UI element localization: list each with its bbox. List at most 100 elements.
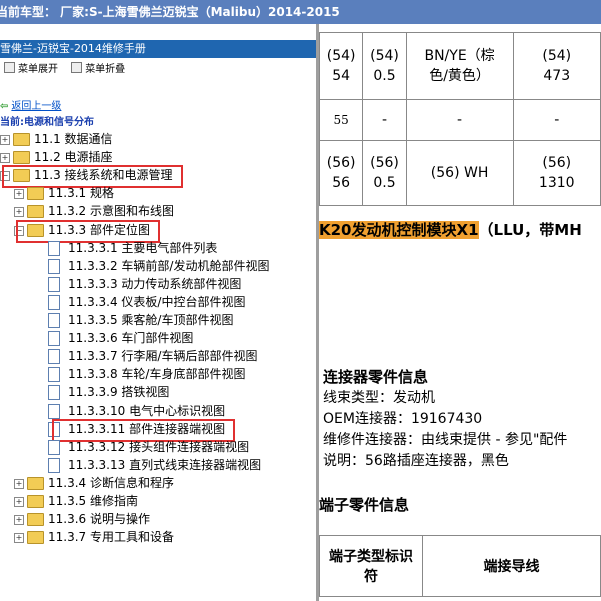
tree-item-label: 11.2 电源插座 (34, 150, 113, 164)
tree-item[interactable]: +11.3.1 规格 (14, 184, 114, 202)
expand-node-icon[interactable]: + (14, 532, 24, 543)
folder-icon (27, 513, 44, 526)
folder-icon (27, 187, 44, 200)
table-cell-size: (54) 0.5 (362, 32, 407, 100)
tree-item[interactable]: +11.3.4 诊断信息和程序 (14, 474, 174, 492)
connector-line: 维修件连接器：由线束提供 - 参见"配件 (323, 432, 568, 448)
tree-item-label: 11.3.3.4 仪表板/中控台部件视图 (68, 295, 246, 309)
tree-item-label: 11.3.7 专用工具和设备 (48, 530, 174, 544)
tree-item-label: 11.3.4 诊断信息和程序 (48, 476, 174, 490)
expand-node-icon[interactable]: + (14, 514, 24, 525)
table-row: (56) 56 (56) 0.5 (56) WH (56) 1310 (319, 140, 601, 206)
table-row: 55- - - (319, 99, 601, 141)
tree-item[interactable]: +11.2 电源插座 (0, 148, 113, 166)
table-cell-circuit: - (512, 99, 601, 141)
expand-node-icon[interactable]: + (0, 152, 10, 163)
table-cell-color: - (405, 99, 514, 141)
table-cell-circuit: (54) 473 (512, 32, 601, 100)
window-title-bar: 当前车型： 厂家:S-上海雪佛兰迈锐宝（Malibu）2014-2015 (0, 0, 601, 24)
tree-item[interactable]: 11.3.3.2 车辆前部/发动机舱部件视图 (34, 257, 269, 275)
tree-item[interactable]: +11.3.7 专用工具和设备 (14, 528, 174, 546)
tree-item[interactable]: +11.3.6 说明与操作 (14, 510, 150, 528)
folder-icon (27, 477, 44, 490)
component-title: K20发动机控制模块X1（LLU，带MH (319, 219, 582, 240)
table-cell-pin: (56) 56 (319, 140, 364, 206)
tree-item-label: 11.3.2 示意图和布线图 (48, 204, 174, 218)
tree-item[interactable]: +11.1 数据通信 (0, 130, 113, 148)
document-icon (48, 440, 60, 455)
back-link[interactable]: 返回上一级 (11, 101, 61, 112)
tree-item[interactable]: 11.3.3.4 仪表板/中控台部件视图 (34, 293, 245, 311)
tree-item[interactable]: 11.3.3.1 主要电气部件列表 (34, 239, 217, 257)
tree-item-label: 11.3.3.1 主要电气部件列表 (68, 241, 218, 255)
tree-item[interactable]: 11.3.3.3 动力传动系统部件视图 (34, 275, 241, 293)
collapse-menu-label: 菜单折叠 (85, 64, 126, 75)
connector-line: OEM连接器：19167430 (323, 411, 483, 427)
table-row: (54) 54 (54) 0.5 BN/YE（棕 色/黄色） (54) 473 (319, 32, 601, 100)
collapse-icon (71, 62, 83, 73)
pin-table: (54) 54 (54) 0.5 BN/YE（棕 色/黄色） (54) 473 55- -… (319, 32, 601, 206)
current-location: 当前:电源和信号分布 (0, 117, 94, 128)
tree-item-label: 11.3.3.12 接头组件连接器端视图 (68, 440, 250, 454)
back-arrow-icon: ⇦ (0, 101, 9, 112)
document-icon (48, 241, 60, 256)
tree-item-label: 11.3.1 规格 (48, 186, 114, 200)
expand-node-icon[interactable]: + (14, 188, 24, 199)
document-icon (48, 277, 60, 292)
tree-item-label: 11.3.3.5 乘客舱/车顶部件视图 (68, 313, 234, 327)
tree-item[interactable]: 11.3.3.6 车门部件视图 (34, 329, 193, 347)
tree-item-label: 11.3.3.7 行李厢/车辆后部部件视图 (68, 349, 258, 363)
tree-item[interactable]: 11.3.3.8 车轮/车身底部部件视图 (34, 365, 245, 383)
tree-item[interactable]: 11.3.3.9 搭铁视图 (34, 383, 169, 401)
tree-item[interactable]: +11.3.2 示意图和布线图 (14, 202, 174, 220)
tree-item-label: 11.3.6 说明与操作 (48, 512, 150, 526)
tree-item-label: 11.3.3.10 电气中心标识视图 (68, 404, 226, 418)
expand-node-icon[interactable]: + (0, 134, 10, 145)
folder-icon (27, 531, 44, 544)
expand-menu-button[interactable]: 菜单展开 (0, 62, 58, 75)
connector-line: 说明：56路插座连接器，黑色 (323, 453, 509, 469)
component-code: K20发动机控制模块X1 (319, 221, 479, 239)
folder-icon (27, 205, 44, 218)
tree-item[interactable]: 11.3.3.10 电气中心标识视图 (34, 402, 225, 420)
tree-item[interactable]: 11.3.3.7 行李厢/车辆后部部件视图 (34, 347, 257, 365)
tree-item[interactable]: 11.3.3.13 直列式线束连接器端视图 (34, 456, 261, 474)
tree-item-label: 11.3.3.13 直列式线束连接器端视图 (68, 458, 262, 472)
window-title: 当前车型： 厂家:S-上海雪佛兰迈锐宝（Malibu）2014-2015 (0, 5, 340, 19)
terminal-heading: 端子零件信息 (319, 496, 410, 514)
menu-bar: 菜单展开 菜单折叠 (0, 62, 125, 78)
back-row: ⇦ 返回上一级 (0, 97, 61, 112)
terminal-table: 端子类型标识 符 端接导线 (319, 535, 601, 597)
document-icon (48, 295, 60, 310)
folder-icon (13, 133, 30, 146)
terminal-header-wire: 端接导线 (421, 535, 601, 597)
expand-node-icon[interactable]: + (14, 478, 24, 489)
document-icon (48, 404, 60, 419)
folder-icon (27, 495, 44, 508)
table-cell-size: - (362, 99, 407, 141)
tree-item-label: 11.1 数据通信 (34, 132, 113, 146)
component-suffix: （LLU，带MH (478, 221, 582, 239)
table-cell-circuit: (56) 1310 (512, 140, 601, 206)
expand-node-icon[interactable]: + (14, 496, 24, 507)
document-icon (48, 458, 60, 473)
tree-item-label: 11.3.3.3 动力传动系统部件视图 (68, 277, 242, 291)
content-panel: (54) 54 (54) 0.5 BN/YE（棕 色/黄色） (54) 473 55- -… (319, 24, 601, 601)
table-cell-pin: (54) 54 (319, 32, 364, 100)
manual-title: 雪佛兰-迈锐宝-2014维修手册 (0, 40, 316, 58)
tree-item-label: 11.3.3.8 车轮/车身底部部件视图 (68, 367, 246, 381)
tree-item[interactable]: +11.3.5 维修指南 (14, 492, 138, 510)
tree-item[interactable]: 11.3.3.12 接头组件连接器端视图 (34, 438, 249, 456)
document-icon (48, 349, 60, 364)
document-icon (48, 313, 60, 328)
collapse-menu-button[interactable]: 菜单折叠 (67, 62, 126, 75)
table-cell-size: (56) 0.5 (362, 140, 407, 206)
expand-node-icon[interactable]: + (14, 206, 24, 217)
navigation-panel: 雪佛兰-迈锐宝-2014维修手册 菜单展开 菜单折叠 ⇦ 返回上一级 当前:电源和… (0, 24, 319, 601)
expand-menu-label: 菜单展开 (18, 64, 58, 75)
document-icon (48, 367, 60, 382)
tree-item[interactable]: 11.3.3.5 乘客舱/车顶部件视图 (34, 311, 233, 329)
document-icon (48, 385, 60, 400)
connector-info: 连接器零件信息 线束类型：发动机 OEM连接器：19167430 维修件连接器：… (323, 367, 567, 472)
table-cell-color: BN/YE（棕 色/黄色） (405, 32, 514, 100)
